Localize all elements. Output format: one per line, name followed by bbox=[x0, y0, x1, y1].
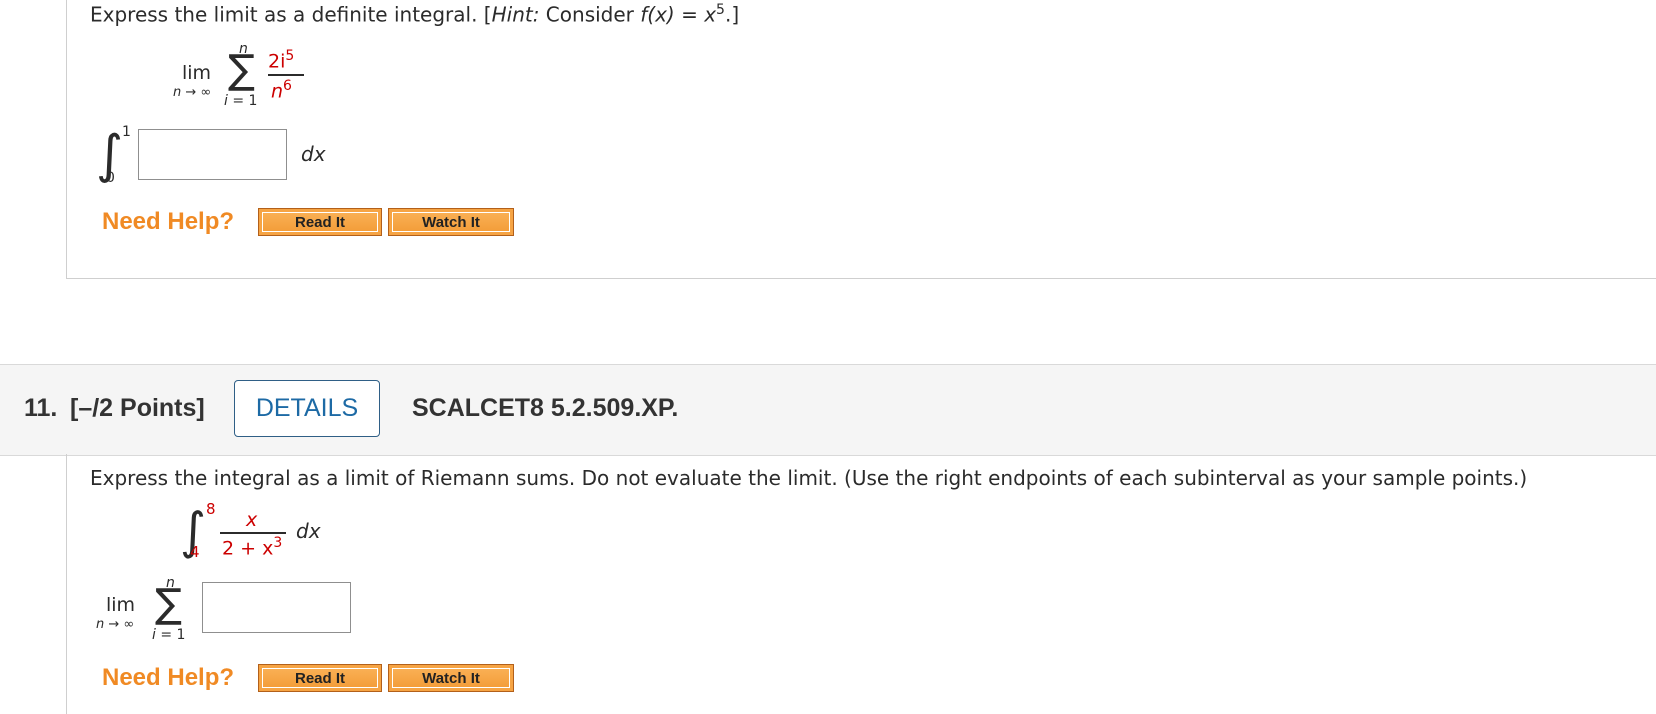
limit-subscript: n → ∞ bbox=[173, 85, 212, 100]
fraction-bar bbox=[268, 74, 304, 76]
integral-lower-bound: 0 bbox=[106, 170, 115, 186]
sum-lower-limit: i = 1 bbox=[152, 627, 186, 643]
problem-10-prompt: Express the limit as a definite integral… bbox=[90, 2, 740, 27]
limit-subscript: n → ∞ bbox=[96, 617, 135, 632]
points-label: [–/2 Points] bbox=[70, 394, 205, 422]
problem-code: SCALCET8 5.2.509.XP. bbox=[412, 394, 679, 422]
problem-10-card bbox=[66, 0, 1656, 279]
differential-dx: dx bbox=[296, 519, 321, 543]
fraction-denominator: n6 bbox=[271, 78, 292, 103]
integral-lower-bound: 4 bbox=[190, 543, 200, 561]
integral-upper-bound: 1 bbox=[122, 124, 131, 140]
limit-label: lim bbox=[182, 62, 212, 84]
read-it-button[interactable]: Read It bbox=[258, 208, 382, 236]
fraction-denominator: 2 + x3 bbox=[222, 535, 283, 560]
answer-input-integrand[interactable] bbox=[138, 129, 287, 180]
fraction-numerator: x bbox=[246, 509, 258, 531]
sum-lower-limit: i = 1 bbox=[224, 93, 258, 109]
integral-upper-bound: 8 bbox=[206, 500, 216, 518]
need-help-label: Need Help? bbox=[102, 664, 235, 691]
details-button[interactable]: DETAILS bbox=[234, 380, 380, 437]
watch-it-button[interactable]: Watch It bbox=[388, 208, 514, 236]
read-it-button[interactable]: Read It bbox=[258, 664, 382, 692]
watch-it-button[interactable]: Watch It bbox=[388, 664, 514, 692]
differential-dx: dx bbox=[301, 142, 326, 166]
need-help-label: Need Help? bbox=[102, 208, 235, 235]
problem-number: 11. bbox=[24, 394, 58, 422]
fraction-numerator: 2i5 bbox=[268, 48, 295, 73]
problem-11-prompt: Express the integral as a limit of Riema… bbox=[90, 466, 1528, 490]
answer-input-riemann-sum[interactable] bbox=[202, 582, 351, 633]
fraction-bar bbox=[220, 532, 286, 534]
sigma-symbol: ∑ bbox=[228, 47, 255, 93]
sigma-symbol: ∑ bbox=[155, 581, 182, 627]
limit-label: lim bbox=[106, 594, 136, 616]
